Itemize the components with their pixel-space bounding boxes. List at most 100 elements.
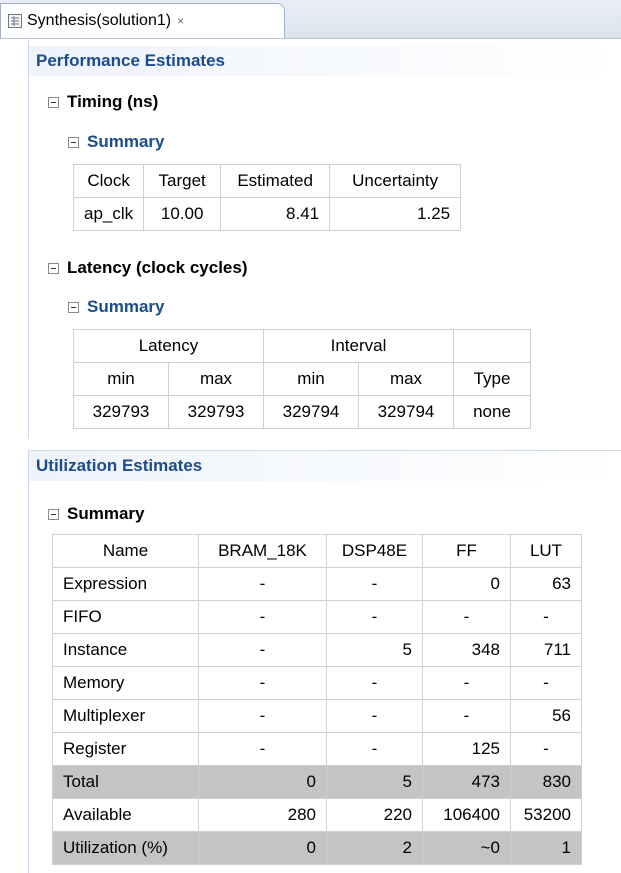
latency-summary-table: Latency Interval min max min max Type 32… xyxy=(73,329,531,429)
column-header: Estimated xyxy=(220,164,331,198)
table-cell: 53200 xyxy=(510,798,582,832)
table-cell: 56 xyxy=(510,699,582,733)
row-label: Utilization (%) xyxy=(52,831,199,865)
table-cell: ~0 xyxy=(422,831,511,865)
table-cell: 106400 xyxy=(422,798,511,832)
table-cell: 0 xyxy=(422,567,511,601)
table-cell: 10.00 xyxy=(143,197,222,231)
timing-summary-title: Summary xyxy=(87,132,165,151)
row-label: Available xyxy=(52,798,199,832)
column-header: FF xyxy=(422,534,511,568)
section-divider xyxy=(28,450,29,873)
table-header-row: Clock Target Estimated Uncertainty xyxy=(72,164,462,198)
column-header: max xyxy=(358,362,454,396)
table-cell: - xyxy=(198,633,327,667)
table-cell: - xyxy=(510,666,582,700)
table-cell: 473 xyxy=(422,765,511,799)
table-row: Register - - 125 - xyxy=(52,732,582,766)
table-cell: 329793 xyxy=(168,395,264,429)
utilization-summary-title: Summary xyxy=(67,504,145,523)
utilization-estimates-title: Utilization Estimates xyxy=(36,456,203,475)
table-cell: - xyxy=(198,567,327,601)
column-header: BRAM_18K xyxy=(198,534,327,568)
latency-title: Latency (clock cycles) xyxy=(67,258,248,277)
table-cell: - xyxy=(198,732,327,766)
table-cell: - xyxy=(198,600,327,634)
column-header: max xyxy=(168,362,264,396)
column-header: Uncertainty xyxy=(329,164,462,198)
utilization-summary-header[interactable]: Summary xyxy=(48,504,144,524)
collapse-toggle-icon[interactable] xyxy=(48,508,59,520)
collapse-toggle-icon[interactable] xyxy=(48,262,59,274)
collapse-toggle-icon[interactable] xyxy=(48,96,59,108)
column-header: min xyxy=(263,362,359,396)
table-cell: ap_clk xyxy=(72,197,145,231)
timing-title: Timing (ns) xyxy=(67,92,159,111)
timing-summary-header[interactable]: Summary xyxy=(68,132,164,152)
table-cell: 329793 xyxy=(73,395,169,429)
table-row: Instance - 5 348 711 xyxy=(52,633,582,667)
row-label: Memory xyxy=(52,666,199,700)
timing-summary-table: Clock Target Estimated Uncertainty ap_cl… xyxy=(72,164,462,231)
column-header: LUT xyxy=(510,534,582,568)
report-icon xyxy=(7,13,23,29)
latency-summary-header[interactable]: Summary xyxy=(68,297,164,317)
row-label: Multiplexer xyxy=(52,699,199,733)
column-header: Name xyxy=(52,534,199,568)
table-cell: 1.25 xyxy=(329,197,462,231)
table-cell: 8.41 xyxy=(220,197,331,231)
timing-group-header[interactable]: Timing (ns) xyxy=(48,92,158,112)
editor-tab-strip: Synthesis(solution1) × xyxy=(0,0,621,39)
table-cell: - xyxy=(422,666,511,700)
table-row-available: Available 280 220 106400 53200 xyxy=(52,798,582,832)
table-cell: - xyxy=(198,699,327,733)
table-cell: 329794 xyxy=(263,395,359,429)
table-cell: - xyxy=(326,567,423,601)
table-cell: 220 xyxy=(326,798,423,832)
table-cell: - xyxy=(422,699,511,733)
table-cell: 0 xyxy=(198,765,327,799)
row-label: FIFO xyxy=(52,600,199,634)
table-cell: - xyxy=(422,600,511,634)
table-row: 329793 329793 329794 329794 none xyxy=(73,395,531,429)
table-cell: 711 xyxy=(510,633,582,667)
table-row: ap_clk 10.00 8.41 1.25 xyxy=(72,197,462,231)
table-cell: - xyxy=(326,600,423,634)
collapse-toggle-icon[interactable] xyxy=(68,136,79,148)
table-cell: 0 xyxy=(198,831,327,865)
table-cell: 1 xyxy=(510,831,582,865)
table-cell: none xyxy=(453,395,531,429)
collapse-toggle-icon[interactable] xyxy=(68,301,79,313)
latency-group-header[interactable]: Latency (clock cycles) xyxy=(48,258,247,278)
table-cell: 348 xyxy=(422,633,511,667)
tab-title: Synthesis(solution1) xyxy=(27,12,172,29)
table-row: FIFO - - - - xyxy=(52,600,582,634)
column-header: Clock xyxy=(72,164,145,198)
performance-estimates-header[interactable]: Performance Estimates xyxy=(28,46,621,76)
table-cell: 63 xyxy=(510,567,582,601)
table-cell: - xyxy=(510,600,582,634)
row-label: Expression xyxy=(52,567,199,601)
table-cell: 125 xyxy=(422,732,511,766)
table-header-row: min max min max Type xyxy=(73,362,531,396)
table-cell: - xyxy=(326,699,423,733)
column-header: Type xyxy=(453,362,531,396)
table-cell: 280 xyxy=(198,798,327,832)
utilization-summary-table: Name BRAM_18K DSP48E FF LUT Expression -… xyxy=(52,534,582,865)
column-header: min xyxy=(73,362,169,396)
utilization-estimates-header[interactable]: Utilization Estimates xyxy=(28,450,621,481)
column-group-header: Latency xyxy=(73,329,264,363)
row-label: Register xyxy=(52,732,199,766)
performance-estimates-title: Performance Estimates xyxy=(36,51,225,70)
close-icon[interactable]: × xyxy=(177,14,184,28)
table-row: Memory - - - - xyxy=(52,666,582,700)
table-row: Multiplexer - - - 56 xyxy=(52,699,582,733)
column-group-header: Interval xyxy=(263,329,454,363)
table-header-row: Name BRAM_18K DSP48E FF LUT xyxy=(52,534,582,568)
table-cell: - xyxy=(198,666,327,700)
tab-synthesis-report[interactable]: Synthesis(solution1) × xyxy=(0,3,285,38)
column-group-header xyxy=(453,329,531,363)
column-header: Target xyxy=(143,164,222,198)
table-row-utilization: Utilization (%) 0 2 ~0 1 xyxy=(52,831,582,865)
report-content: Performance Estimates Timing (ns) Summar… xyxy=(0,38,621,873)
